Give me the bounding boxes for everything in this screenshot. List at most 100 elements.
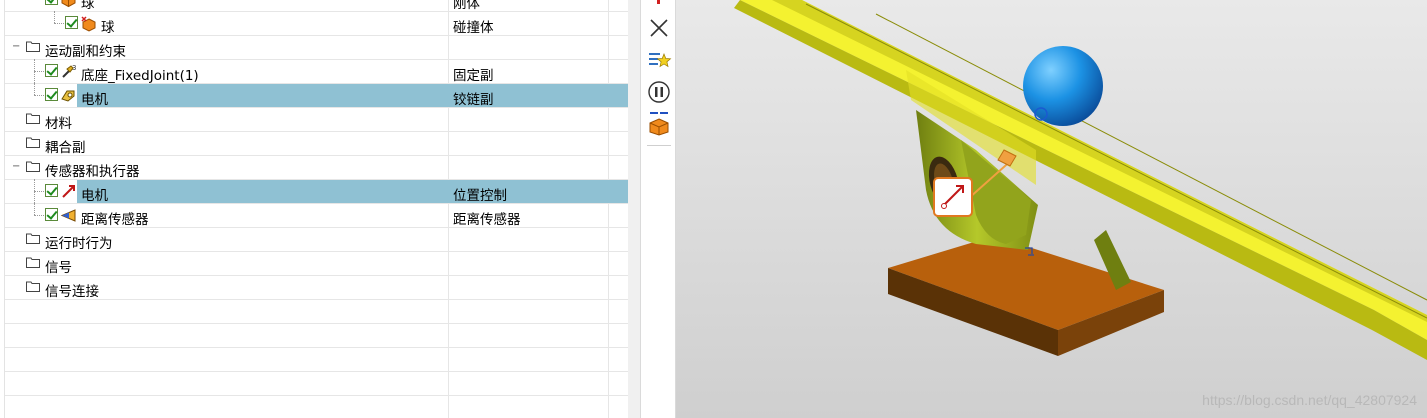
collapse-icon[interactable]: − (12, 42, 21, 52)
folder-icon (26, 137, 40, 148)
checkbox[interactable] (45, 208, 58, 221)
tree-cell-extra (608, 156, 629, 179)
3d-viewport[interactable]: https://blog.csdn.net/qq_42807924 (676, 0, 1427, 418)
tree-cell-extra (608, 228, 629, 251)
tree-cell-extra (608, 252, 629, 275)
tree-cell-type (448, 276, 609, 299)
tree-cell-extra (608, 180, 629, 203)
tree-row[interactable]: 材料 (5, 108, 629, 132)
checkbox[interactable] (45, 0, 58, 5)
tree-row-label: 运动副和约束 (45, 44, 126, 60)
tree-cell-type (448, 396, 609, 418)
tree-cell-extra (608, 204, 629, 227)
tree-row[interactable]: 信号连接 (5, 276, 629, 300)
tree-row-type: 距离传感器 (453, 212, 521, 228)
tree-row[interactable]: − 球 刚体 (5, 0, 629, 12)
tree-row[interactable]: − 运动副和约束 (5, 36, 629, 60)
selection-highlight (77, 84, 448, 107)
tree-cell-type: 铰链副 (448, 84, 609, 108)
tree-cell-name (5, 372, 449, 395)
distance-sensor-icon (60, 209, 76, 222)
tree-line (34, 215, 44, 216)
tree-row-type: 碰撞体 (453, 20, 494, 36)
tree-cell-name: 耦合副 (5, 132, 449, 156)
tree-line (34, 191, 44, 192)
tree-cell-name: 运行时行为 (5, 228, 449, 252)
tree-cell-name: 信号 (5, 252, 449, 276)
tree-cell-type (448, 300, 609, 323)
scene-graphics (676, 0, 1427, 418)
tree-row-label: 传感器和执行器 (45, 164, 140, 180)
close-icon[interactable] (646, 15, 672, 41)
checkbox[interactable] (65, 16, 78, 29)
tree-row[interactable]: 耦合副 (5, 132, 629, 156)
tree-cell-type (448, 132, 609, 155)
tree-cell-name: − 传感器和执行器 (5, 156, 449, 180)
collapse-icon[interactable]: − (12, 162, 21, 172)
panel-splitter[interactable] (628, 0, 640, 418)
tree-line (34, 95, 44, 96)
tree-row[interactable]: 运行时行为 (5, 228, 629, 252)
empty-row (5, 324, 629, 348)
position-control-icon (62, 185, 75, 198)
pause-icon[interactable] (646, 79, 672, 105)
tree-cell-type (448, 36, 609, 59)
tree-row[interactable]: 球 碰撞体 (5, 11, 629, 36)
tree-cell-name: 电机 (5, 179, 449, 204)
tree-row[interactable]: 信号 (5, 252, 629, 276)
tree-cell-name (5, 324, 449, 347)
tree-cell-type: 固定副 (448, 60, 609, 84)
hinge-joint-icon (61, 90, 75, 102)
folder-icon (26, 161, 40, 172)
tree-row-selected[interactable]: 电机 位置控制 (5, 179, 629, 204)
tree-row-type: 位置控制 (453, 188, 507, 204)
tree-row-label: 材料 (45, 116, 72, 132)
tree-cell-extra (608, 132, 629, 155)
tree-cell-name (5, 396, 449, 418)
checkbox[interactable] (45, 88, 58, 101)
selection-highlight (77, 180, 448, 203)
tree-cell-name: 材料 (5, 108, 449, 132)
watermark: https://blog.csdn.net/qq_42807924 (1202, 392, 1417, 408)
tree-row-label: 信号连接 (45, 284, 99, 300)
box-arrow-icon[interactable] (646, 110, 672, 136)
empty-row (5, 396, 629, 418)
folder-icon (26, 233, 40, 244)
tree-row-label: 耦合副 (45, 140, 86, 156)
tree-row-label: 电机 (81, 92, 108, 108)
collapse-icon[interactable]: − (32, 0, 41, 4)
tree-cell-type (448, 252, 609, 275)
tree-cell-type: 刚体 (448, 0, 609, 12)
tree-cell-extra (608, 60, 629, 83)
tree-row-label: 信号 (45, 260, 72, 276)
tree-cell-type: 碰撞体 (448, 12, 609, 36)
folder-icon (26, 113, 40, 124)
checkbox[interactable] (45, 64, 58, 77)
tree-row-label: 球 (81, 0, 95, 12)
folder-icon (26, 281, 40, 292)
tree-cell-type (448, 228, 609, 251)
tree-cell-extra (608, 84, 629, 107)
close-icon[interactable] (646, 0, 672, 8)
tree-line (34, 83, 35, 95)
tree-cell-type (448, 372, 609, 395)
star-list-icon[interactable] (646, 46, 672, 72)
tree-row[interactable]: 3 底座_FixedJoint(1) 固定副 (5, 59, 629, 84)
empty-row (5, 348, 629, 372)
tree-cell-name (5, 300, 449, 323)
tree-cell-name: − 球 (5, 0, 449, 12)
tree-cell-name (5, 348, 449, 371)
tree-line (34, 203, 35, 215)
tree-row[interactable]: − 传感器和执行器 (5, 156, 629, 180)
tree-cell-name: 3 底座_FixedJoint(1) (5, 59, 449, 84)
tree-row[interactable]: 距离传感器 距离传感器 (5, 203, 629, 228)
checkbox[interactable] (45, 184, 58, 197)
toolbar-separator (647, 145, 671, 146)
ball[interactable] (1023, 46, 1103, 126)
tree-line (34, 71, 44, 72)
tree-cell-name: − 运动副和约束 (5, 36, 449, 60)
tree-cell-extra (608, 12, 629, 35)
navigator-tree: − 球 刚体 球 碰撞体 − 运动副和约束 (4, 0, 629, 418)
rigid-body-icon (61, 0, 76, 8)
tree-row-selected[interactable]: 电机 铰链副 (5, 83, 629, 108)
